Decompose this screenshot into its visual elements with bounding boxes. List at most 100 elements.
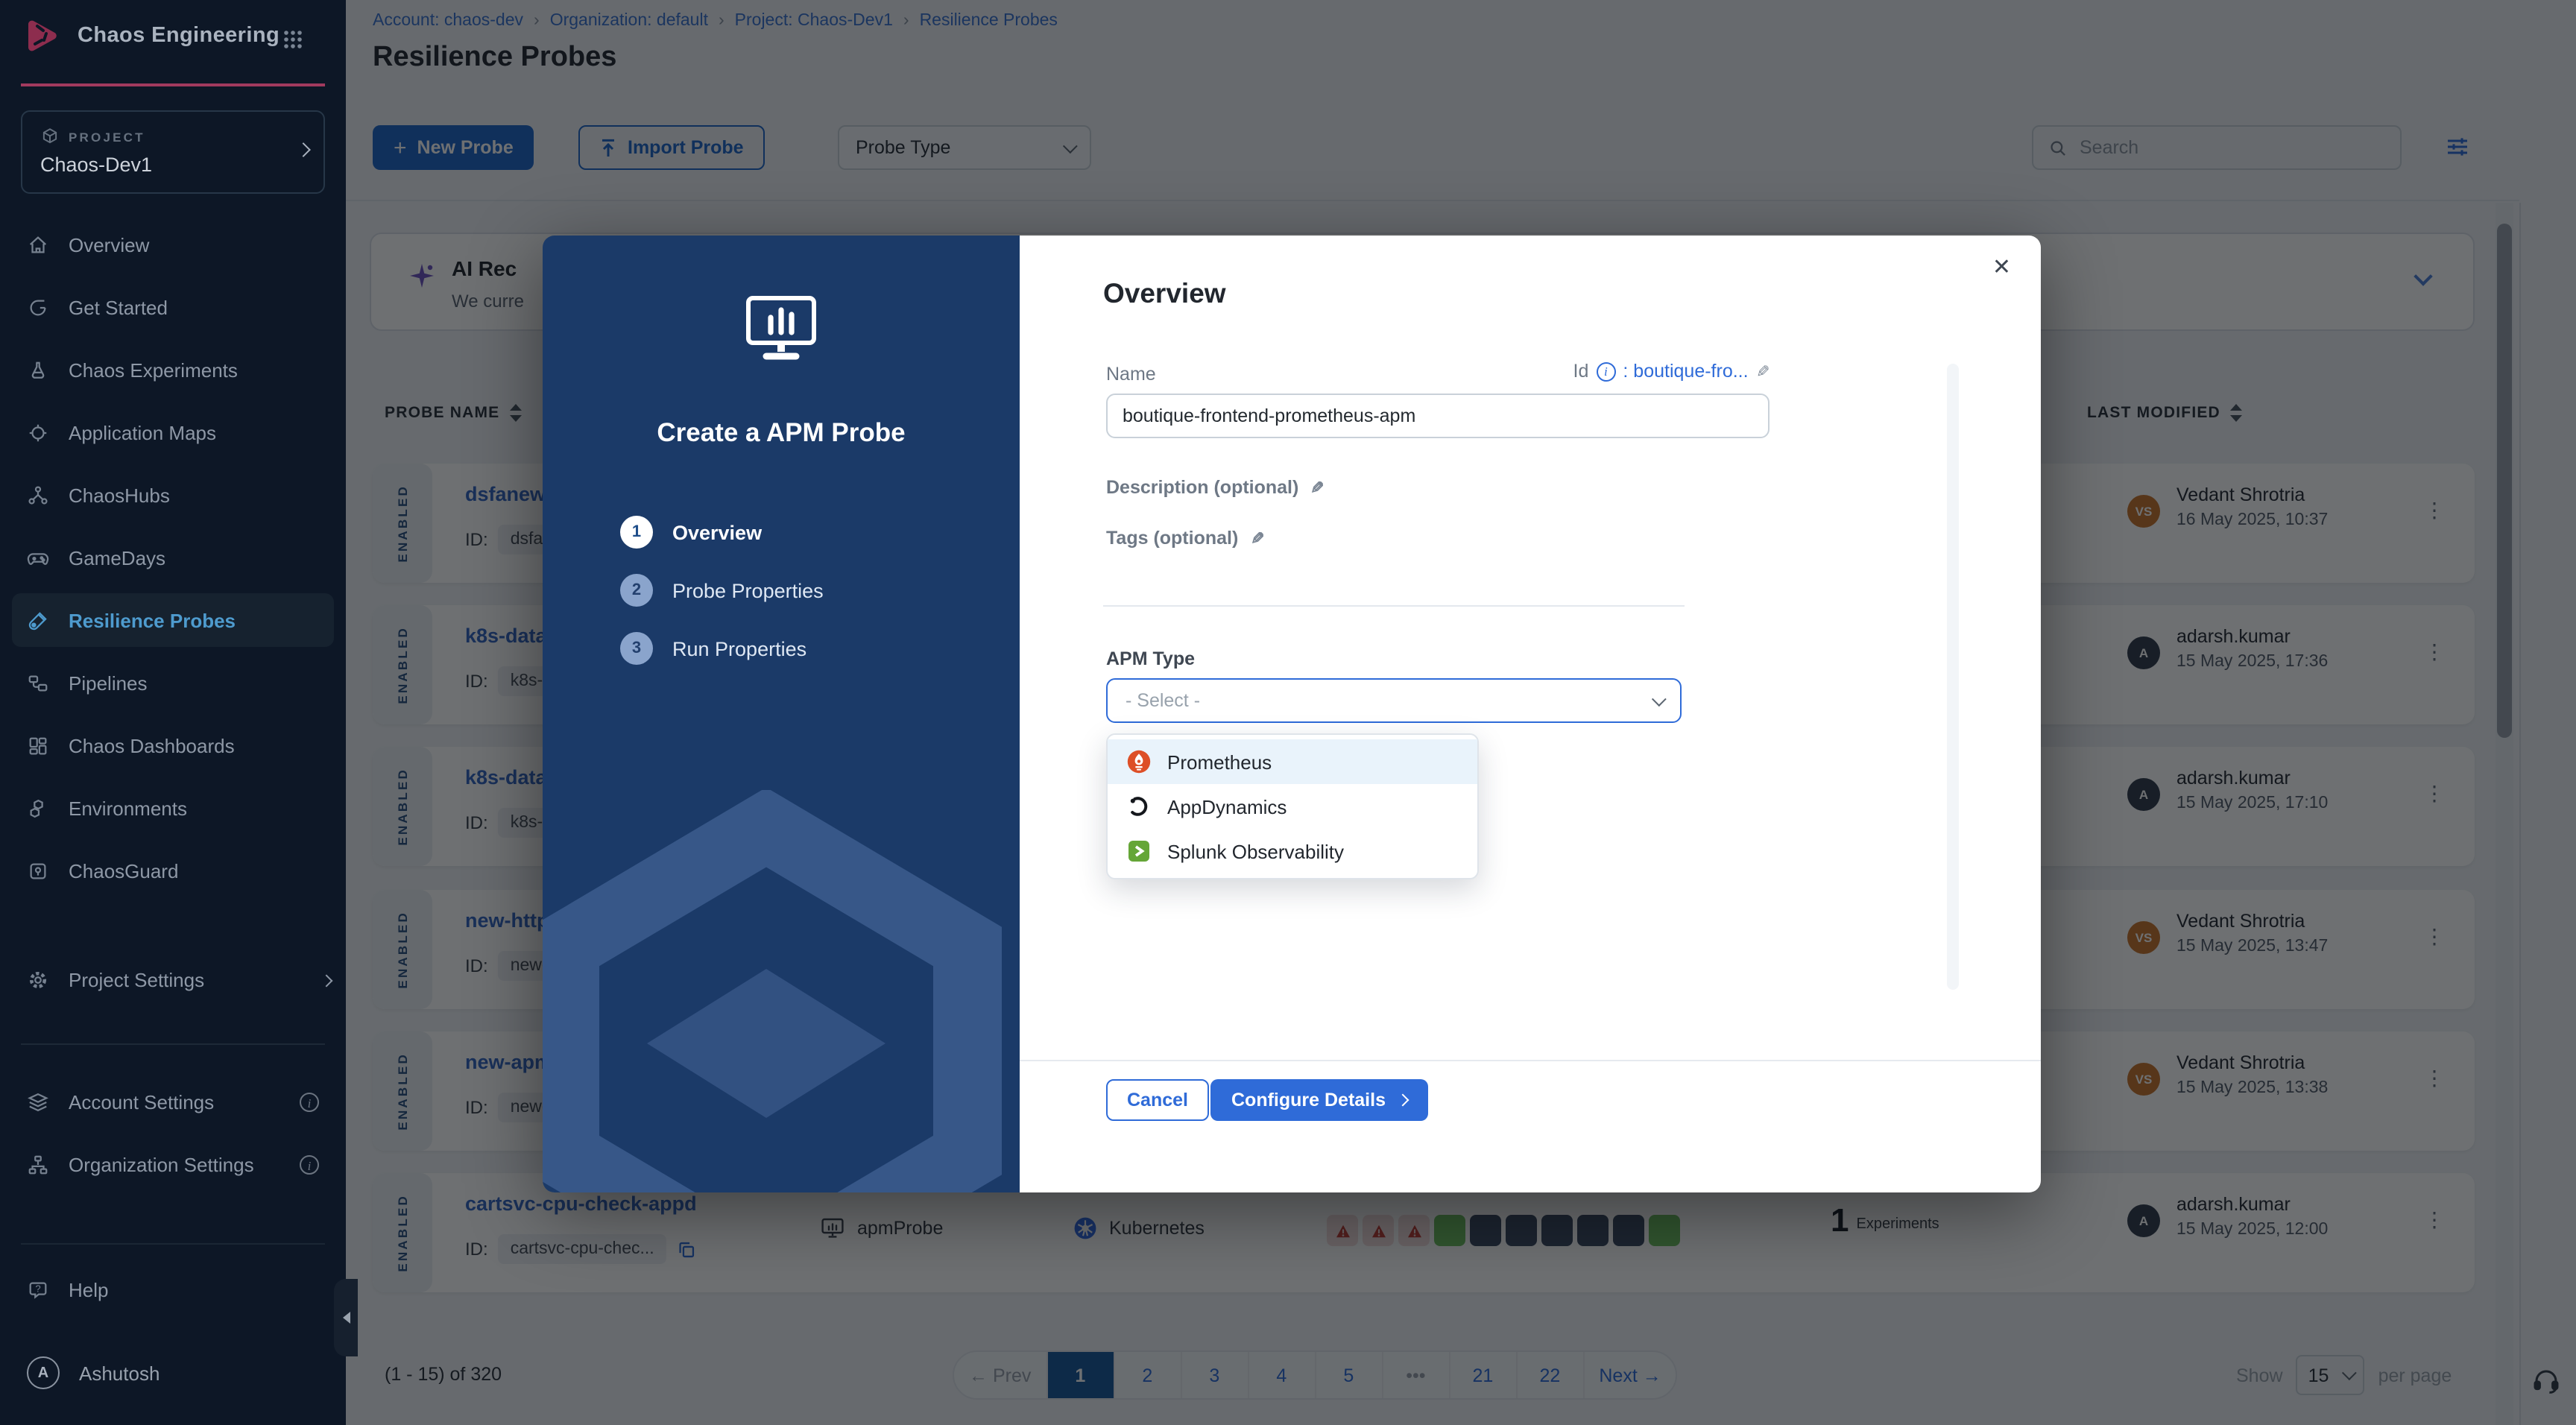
step-number: 1 — [620, 516, 653, 549]
sidebar-item-pipelines[interactable]: Pipelines — [12, 656, 334, 710]
edit-pencil-icon[interactable]: ✎ — [1250, 528, 1263, 548]
modal-form-panel: ✕ Overview Name Id i : boutique-fro... ✎… — [1020, 236, 2041, 1192]
description-label: Description (optional)✎ — [1106, 477, 1325, 498]
option-appdynamics[interactable]: AppDynamics — [1108, 784, 1477, 829]
appdynamics-icon — [1127, 794, 1151, 818]
tags-label: Tags (optional)✎ — [1106, 528, 1264, 549]
target-icon — [27, 421, 49, 443]
name-label: Name — [1106, 364, 1156, 385]
project-name: Chaos-Dev1 — [40, 154, 152, 176]
apm-type-label: APM Type — [1106, 648, 1195, 669]
form-scrollbar-track[interactable] — [1947, 364, 1959, 990]
sidebar-collapse-handle[interactable] — [334, 1279, 358, 1356]
user-avatar: A — [27, 1356, 60, 1389]
sidebar-item-label: Account Settings — [69, 1091, 214, 1113]
create-apm-probe-modal: Create a APM Probe 1 Overview 2 Probe Pr… — [543, 236, 2041, 1192]
environments-icon — [27, 797, 49, 819]
sidebar-item-chaos-dashboards[interactable]: Chaos Dashboards — [12, 718, 334, 772]
sidebar-item-overview[interactable]: Overview — [12, 218, 334, 271]
apm-type-dropdown: Prometheus AppDynamics Splunk Observabil… — [1106, 733, 1479, 879]
sidebar-item-label: Get Started — [69, 296, 168, 318]
close-icon[interactable]: ✕ — [1992, 253, 2011, 280]
sidebar: Chaos Engineering PROJECT Chaos-Dev1 Ove… — [0, 0, 346, 1425]
edit-pencil-icon[interactable]: ✎ — [1756, 361, 1770, 381]
sidebar-item-project-settings[interactable]: Project Settings — [27, 969, 331, 991]
sidebar-item-label: Project Settings — [69, 969, 204, 991]
sidebar-item-gamedays[interactable]: GameDays — [12, 531, 334, 584]
step-label: Run Properties — [672, 637, 806, 660]
sidebar-item-label: GameDays — [69, 546, 165, 569]
step-probe-properties[interactable]: 2 Probe Properties — [620, 574, 824, 607]
step-overview[interactable]: 1 Overview — [620, 516, 824, 549]
divider — [1020, 1060, 2041, 1061]
sidebar-item-get-started[interactable]: Get Started — [12, 280, 334, 334]
step-run-properties[interactable]: 3 Run Properties — [620, 632, 824, 665]
edit-pencil-icon[interactable]: ✎ — [1310, 478, 1324, 497]
sidebar-item-label: Chaos Dashboards — [69, 734, 235, 756]
splunk-icon — [1127, 839, 1151, 863]
sidebar-nav: Overview Get Started Chaos Experiments A… — [12, 218, 334, 906]
gear-icon — [27, 969, 49, 991]
sidebar-item-help[interactable]: ? Help — [27, 1279, 109, 1301]
step-label: Overview — [672, 521, 762, 543]
sidebar-item-chaoshubs[interactable]: ChaosHubs — [12, 468, 334, 522]
option-label: AppDynamics — [1167, 795, 1287, 818]
sidebar-user[interactable]: A Ashutosh — [27, 1356, 160, 1389]
sidebar-item-environments[interactable]: Environments — [12, 781, 334, 835]
sidebar-item-resilience-probes[interactable]: Resilience Probes — [12, 593, 334, 647]
org-tree-icon — [27, 1154, 49, 1176]
probe-name-input[interactable] — [1106, 394, 1770, 438]
option-label: Prometheus — [1167, 751, 1272, 773]
flask-icon — [27, 358, 49, 381]
wizard-title: Create a APM Probe — [543, 417, 1020, 449]
sidebar-item-account-settings[interactable]: Account Settings i — [27, 1091, 319, 1113]
sidebar-item-label: Overview — [69, 233, 149, 256]
module-title: Chaos Engineering — [78, 24, 280, 48]
sidebar-item-organization-settings[interactable]: Organization Settings i — [27, 1154, 319, 1176]
project-selector[interactable]: PROJECT Chaos-Dev1 — [21, 110, 325, 194]
info-icon: i — [300, 1093, 319, 1112]
configure-details-button[interactable]: Configure Details — [1210, 1079, 1427, 1121]
user-name: Ashutosh — [79, 1362, 160, 1384]
sidebar-item-chaosguard[interactable]: ChaosGuard — [12, 844, 334, 897]
chevron-left-icon — [342, 1312, 350, 1324]
app-window: Chaos Engineering PROJECT Chaos-Dev1 Ove… — [0, 0, 2576, 1425]
divider — [1103, 605, 1685, 607]
sidebar-item-label: Application Maps — [69, 421, 216, 443]
module-switcher-icon[interactable] — [283, 30, 303, 49]
apm-type-select[interactable]: - Select - — [1106, 678, 1682, 723]
info-icon[interactable]: i — [1596, 361, 1615, 381]
get-started-icon — [27, 296, 49, 318]
cube-icon — [40, 127, 60, 146]
divider — [21, 1243, 325, 1245]
sidebar-item-label: Chaos Experiments — [69, 358, 238, 381]
step-number: 3 — [620, 632, 653, 665]
guard-lock-icon — [27, 859, 49, 882]
sidebar-item-label: ChaosGuard — [69, 859, 178, 882]
sidebar-item-label: Pipelines — [69, 672, 148, 694]
modal-heading: Overview — [1103, 277, 1226, 310]
watermark-logo — [543, 790, 1020, 1192]
chevron-right-icon — [296, 142, 311, 157]
cancel-button[interactable]: Cancel — [1106, 1079, 1209, 1121]
svg-text:?: ? — [35, 1283, 40, 1294]
home-icon — [27, 233, 49, 256]
sidebar-item-application-maps[interactable]: Application Maps — [12, 405, 334, 459]
gamepad-icon — [27, 546, 49, 569]
option-splunk-observability[interactable]: Splunk Observability — [1108, 829, 1477, 873]
sidebar-item-label: Help — [69, 1279, 109, 1301]
option-prometheus[interactable]: Prometheus — [1108, 739, 1477, 784]
probe-id-value[interactable]: : boutique-fro... — [1623, 361, 1748, 382]
wizard-steps: 1 Overview 2 Probe Properties 3 Run Prop… — [620, 516, 824, 690]
project-label: PROJECT — [69, 129, 145, 144]
info-icon: i — [300, 1155, 319, 1175]
chaos-engineering-logo-icon — [21, 15, 63, 57]
sidebar-item-label: ChaosHubs — [69, 484, 170, 506]
brand-accent-line — [21, 83, 325, 86]
chevron-down-icon — [1652, 691, 1667, 706]
help-chat-icon: ? — [27, 1279, 49, 1301]
pipelines-icon — [27, 672, 49, 694]
dashboard-icon — [27, 734, 49, 756]
divider — [21, 1043, 325, 1045]
sidebar-item-chaos-experiments[interactable]: Chaos Experiments — [12, 343, 334, 396]
